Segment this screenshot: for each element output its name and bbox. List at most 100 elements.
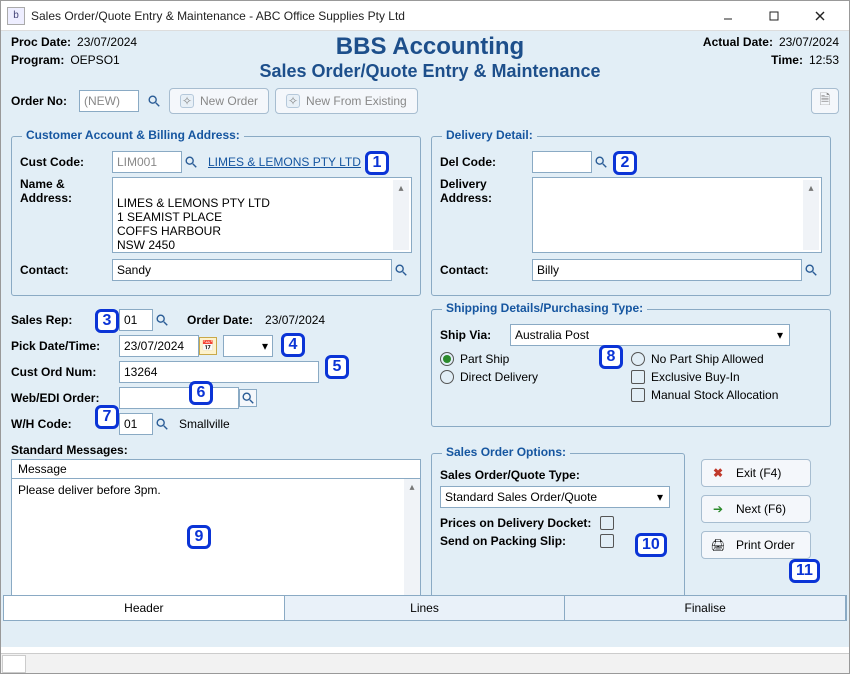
- name-addr-label: Name & Address:: [20, 177, 112, 205]
- tab-lines[interactable]: Lines: [285, 596, 566, 620]
- no-part-ship-label: No Part Ship Allowed: [651, 352, 764, 366]
- order-type-label: Sales Order/Quote Type:: [440, 468, 676, 482]
- prices-docket-check[interactable]: [600, 516, 614, 530]
- packing-slip-check[interactable]: [600, 534, 614, 548]
- close-icon: ✖: [710, 465, 726, 481]
- new-from-existing-button[interactable]: ✧ New From Existing: [275, 88, 418, 114]
- annotation-marker-7: 7: [95, 405, 119, 429]
- ship-via-label: Ship Via:: [440, 328, 510, 342]
- annotation-marker-4: 4: [281, 333, 305, 357]
- close-button[interactable]: [797, 1, 843, 31]
- pick-date-label: Pick Date/Time:: [11, 339, 119, 353]
- options-group: Sales Order Options: Sales Order/Quote T…: [431, 453, 685, 605]
- order-date-value: 23/07/2024: [265, 313, 325, 327]
- order-date-label: Order Date:: [187, 313, 253, 327]
- print-order-button[interactable]: 🖨Print Order: [701, 531, 811, 559]
- messages-column-header: Message: [11, 459, 421, 478]
- toolbar-extra-button[interactable]: 🗎: [811, 88, 839, 114]
- program-label: Program:: [11, 53, 64, 67]
- action-buttons: ✖ Exit (F4) ➔Next (F6) 🖨Print Order: [701, 459, 811, 559]
- proc-date-value: 23/07/2024: [77, 35, 137, 49]
- manual-stock-check[interactable]: Manual Stock Allocation: [631, 388, 822, 402]
- annotation-marker-8: 8: [599, 345, 623, 369]
- name-address-box[interactable]: LIMES & LEMONS PTY LTD 1 SEAMIST PLACE C…: [112, 177, 412, 253]
- annotation-marker-11: 11: [789, 559, 820, 583]
- delivery-contact-value: Billy: [537, 263, 559, 277]
- delivery-addr-label: Delivery Address:: [440, 177, 532, 205]
- window-title: Sales Order/Quote Entry & Maintenance - …: [31, 9, 705, 23]
- del-code-input[interactable]: [532, 151, 592, 173]
- pick-date-input[interactable]: 23/07/2024: [119, 335, 199, 357]
- customer-contact-value: Sandy: [117, 263, 151, 277]
- close-icon: [814, 10, 826, 22]
- customer-contact-input[interactable]: Sandy: [112, 259, 392, 281]
- order-no-input[interactable]: (NEW): [79, 90, 139, 112]
- sales-details: Sales Rep: 01 Order Date: 23/07/2024 Pic…: [11, 309, 421, 439]
- cust-code-input[interactable]: LIM001: [112, 151, 182, 173]
- scrollbar[interactable]: ▴: [404, 479, 420, 597]
- ship-via-value: Australia Post: [515, 328, 589, 342]
- printer-icon: 🖨: [710, 537, 726, 553]
- status-bar: [1, 653, 849, 673]
- web-edi-label: Web/EDI Order:: [11, 391, 119, 405]
- wh-code-input[interactable]: 01: [119, 413, 153, 435]
- cust-ord-label: Cust Ord Num:: [11, 365, 119, 379]
- annotation-marker-1: 1: [365, 151, 389, 175]
- maximize-button[interactable]: [751, 1, 797, 31]
- tab-header[interactable]: Header: [4, 596, 285, 620]
- options-group-title: Sales Order Options:: [442, 445, 570, 459]
- actual-date-value: 23/07/2024: [779, 35, 839, 49]
- minimize-button[interactable]: [705, 1, 751, 31]
- scrollbar[interactable]: ▴: [393, 180, 409, 250]
- actual-date-label: Actual Date:: [703, 35, 773, 49]
- radio-icon: [440, 370, 454, 384]
- exclusive-buyin-check[interactable]: Exclusive Buy-In: [631, 370, 822, 384]
- next-button[interactable]: ➔Next (F6): [701, 495, 811, 523]
- calendar-icon[interactable]: 📅: [199, 337, 217, 355]
- scrollbar[interactable]: ▴: [803, 180, 819, 250]
- order-type-dropdown[interactable]: Standard Sales Order/Quote ▾: [440, 486, 670, 508]
- cust-ord-value: 13264: [124, 365, 157, 379]
- sales-rep-input[interactable]: 01: [119, 309, 153, 331]
- annotation-marker-3: 3: [95, 309, 119, 333]
- new-order-button[interactable]: ✧ New Order: [169, 88, 269, 114]
- exit-button[interactable]: ✖ Exit (F4): [701, 459, 811, 487]
- web-edi-lookup-icon[interactable]: [239, 389, 257, 407]
- next-label: Next (F6): [736, 502, 786, 516]
- no-part-ship-radio[interactable]: No Part Ship Allowed: [631, 352, 822, 366]
- client-area: Proc Date: 23/07/2024 Program: OEPSO1 BB…: [1, 31, 849, 647]
- maximize-icon: [768, 10, 780, 22]
- cust-ord-input[interactable]: 13264: [119, 361, 319, 383]
- app-subtitle: Sales Order/Quote Entry & Maintenance: [157, 61, 703, 82]
- ship-via-dropdown[interactable]: Australia Post ▾: [510, 324, 790, 346]
- customer-contact-lookup-icon[interactable]: [392, 261, 410, 279]
- tab-header-label: Header: [124, 601, 163, 615]
- titlebar: b Sales Order/Quote Entry & Maintenance …: [1, 1, 849, 31]
- messages-block: Standard Messages: Message Please delive…: [11, 443, 421, 598]
- sales-rep-label: Sales Rep:: [11, 313, 103, 327]
- cust-code-lookup-icon[interactable]: [182, 153, 200, 171]
- program-value: OEPSO1: [70, 53, 119, 67]
- web-edi-input[interactable]: [119, 387, 239, 409]
- exit-label: Exit (F4): [736, 466, 781, 480]
- tab-lines-label: Lines: [410, 601, 439, 615]
- chevron-up-icon: ▴: [393, 180, 409, 196]
- tab-finalise[interactable]: Finalise: [565, 596, 846, 620]
- del-code-label: Del Code:: [440, 155, 532, 169]
- delivery-contact-lookup-icon[interactable]: [802, 261, 820, 279]
- sales-rep-value: 01: [124, 313, 137, 327]
- delivery-contact-input[interactable]: Billy: [532, 259, 802, 281]
- order-no-value: (NEW): [84, 94, 120, 108]
- direct-delivery-radio[interactable]: Direct Delivery: [440, 370, 631, 384]
- messages-body[interactable]: Please deliver before 3pm. ▴: [11, 478, 421, 598]
- delivery-addr-box[interactable]: ▴: [532, 177, 822, 253]
- customer-link[interactable]: LIMES & LEMONS PTY LTD: [208, 155, 361, 169]
- wh-code-lookup-icon[interactable]: [153, 415, 171, 433]
- cust-code-label: Cust Code:: [20, 155, 112, 169]
- sales-rep-lookup-icon[interactable]: [153, 311, 171, 329]
- order-no-lookup-icon[interactable]: [145, 92, 163, 110]
- pick-time-dropdown[interactable]: ▾: [223, 335, 273, 357]
- manual-stock-label: Manual Stock Allocation: [651, 388, 778, 402]
- del-code-lookup-icon[interactable]: [592, 153, 610, 171]
- annotation-marker-5: 5: [325, 355, 349, 379]
